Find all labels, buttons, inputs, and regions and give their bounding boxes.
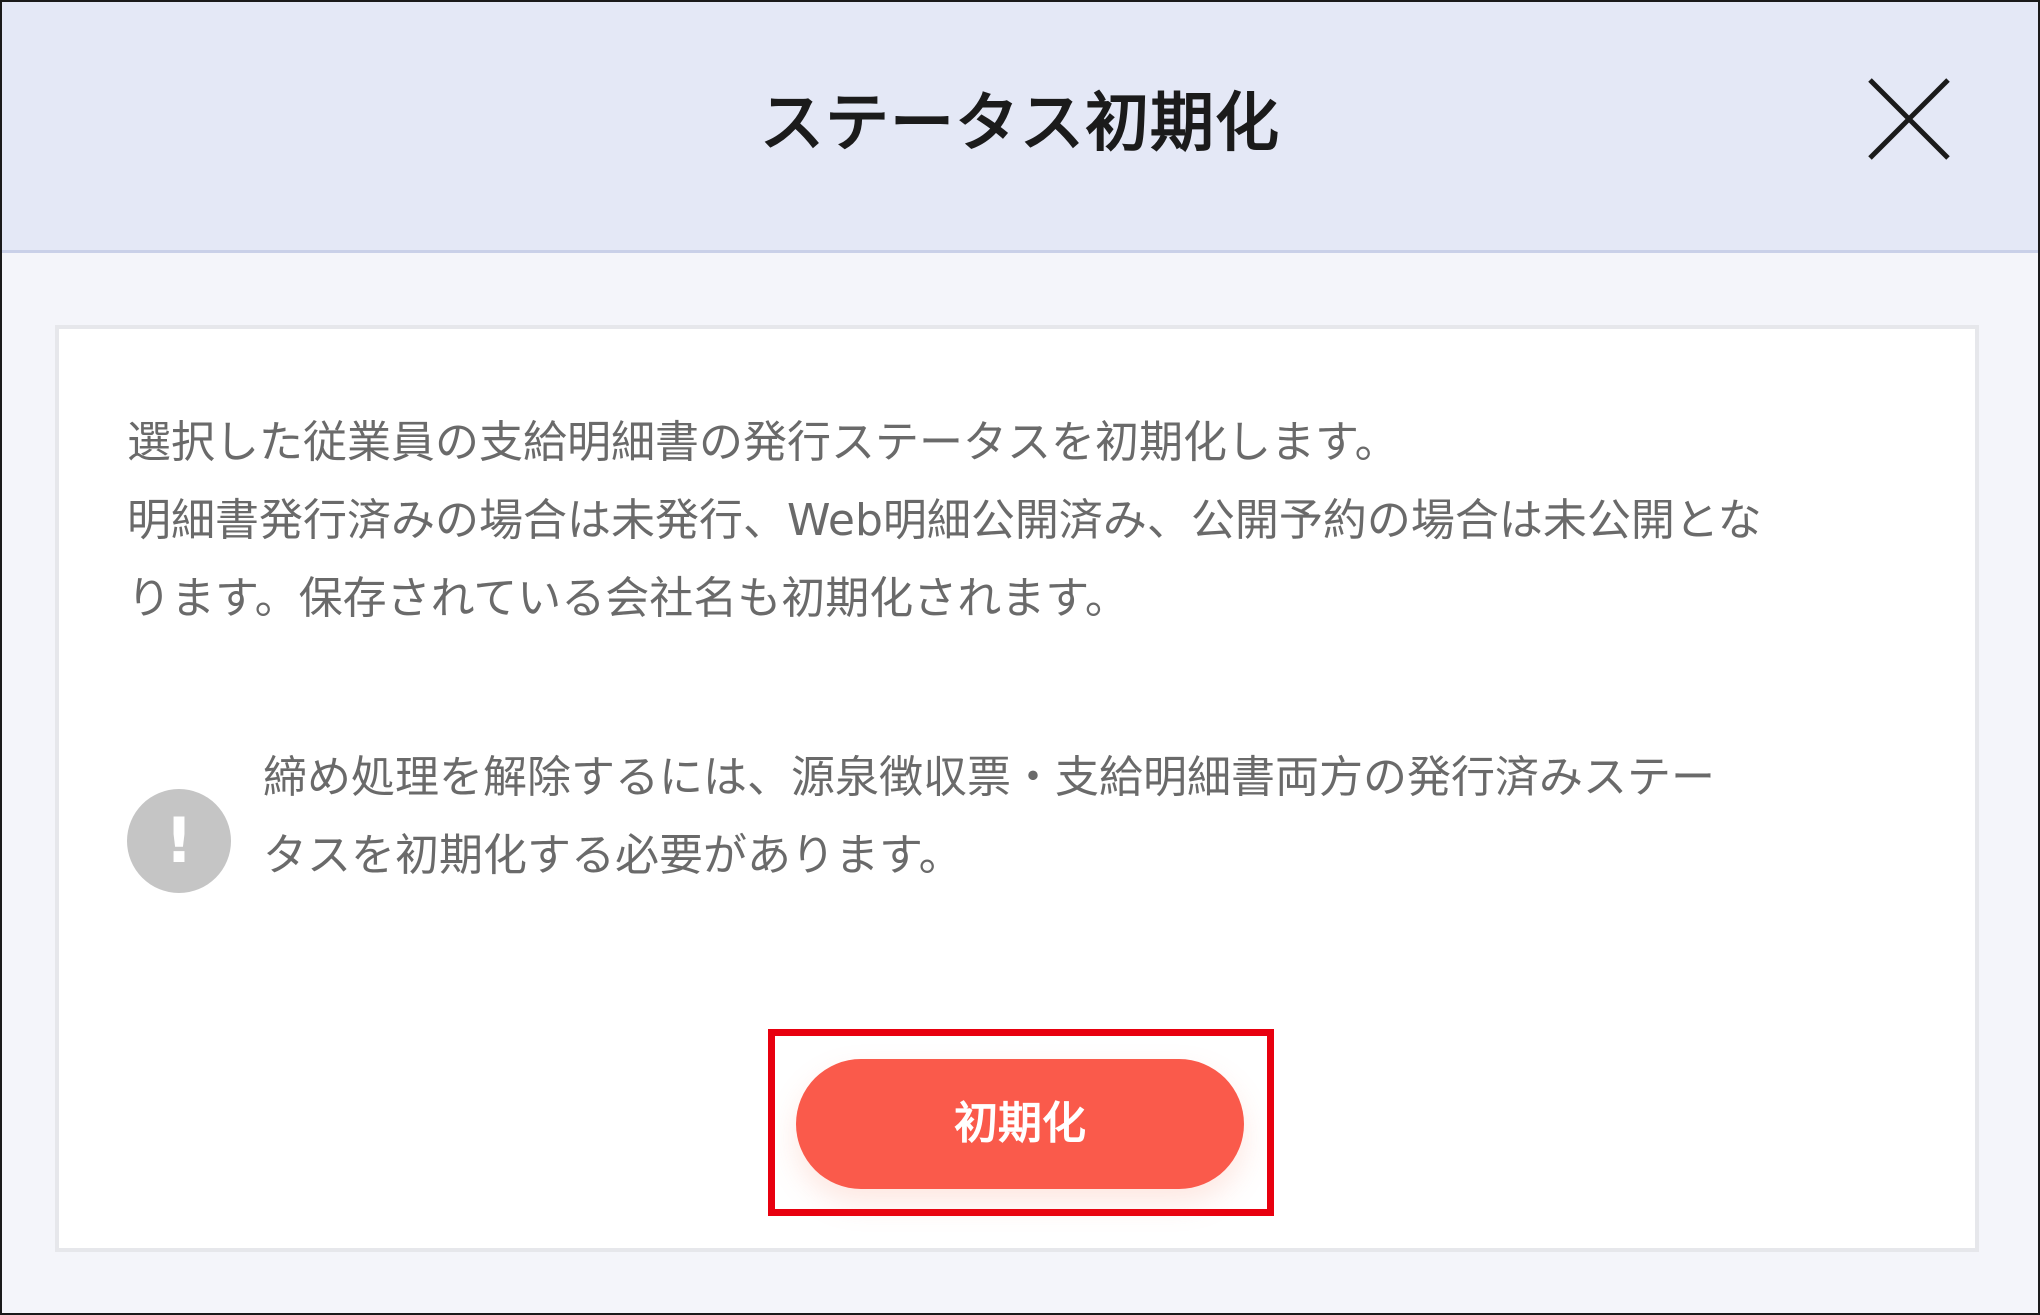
exclamation-icon: ! bbox=[127, 789, 231, 893]
description-line: 選択した従業員の支給明細書の発行ステータスを初期化します。 bbox=[127, 417, 1399, 468]
dialog-title: ステータス初期化 bbox=[760, 87, 1280, 161]
initialize-button[interactable]: 初期化 bbox=[796, 1059, 1244, 1189]
notice-line: タスを初期化する必要があります。 bbox=[263, 830, 963, 881]
close-button[interactable] bbox=[1866, 76, 1952, 162]
status-reset-dialog: ステータス初期化 選択した従業員の支給明細書の発行ステータスを初期化します。 明… bbox=[0, 0, 2040, 1315]
description: 選択した従業員の支給明細書の発行ステータスを初期化します。 明細書発行済みの場合… bbox=[127, 404, 1927, 638]
notice-box: ! 締め処理を解除するには、源泉徴収票・支給明細書両方の発行済みステー タスを初… bbox=[127, 739, 1917, 909]
description-line: ります。保存されている会社名も初期化されます。 bbox=[127, 573, 1129, 624]
notice-line: 締め処理を解除するには、源泉徴収票・支給明細書両方の発行済みステー bbox=[263, 752, 1715, 803]
close-icon bbox=[1868, 78, 1950, 160]
description-line: 明細書発行済みの場合は未発行、Web明細公開済み、公開予約の場合は未公開とな bbox=[127, 495, 1762, 546]
dialog-header: ステータス初期化 bbox=[2, 2, 2038, 253]
notice-text: 締め処理を解除するには、源泉徴収票・支給明細書両方の発行済みステー タスを初期化… bbox=[263, 739, 1903, 895]
